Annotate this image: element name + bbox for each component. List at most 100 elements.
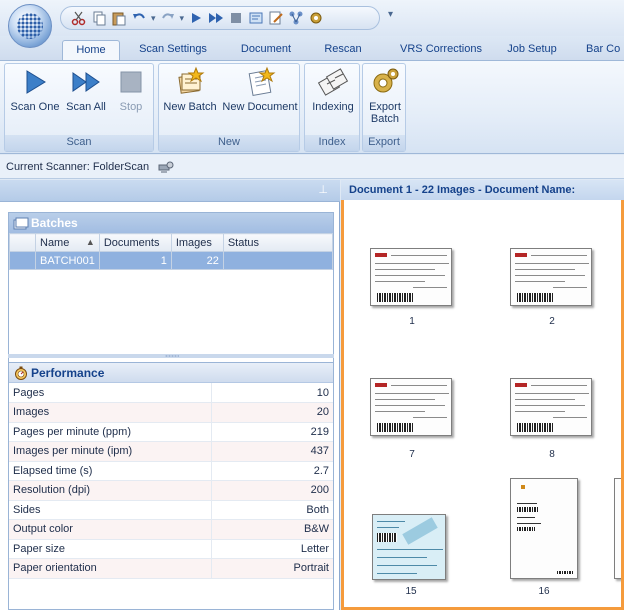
tab-scan-settings[interactable]: Scan Settings	[130, 40, 216, 60]
page-image	[510, 478, 578, 579]
panel-splitter[interactable]	[8, 354, 334, 358]
table-row: Output color B&W	[9, 519, 333, 540]
barcode-icon	[517, 293, 553, 302]
stop-button[interactable]: Stop	[111, 66, 151, 113]
table-row[interactable]: BATCH001 1 22	[9, 251, 334, 270]
export-group: Export Batch Export	[362, 63, 406, 152]
application-menu-button[interactable]	[8, 4, 52, 48]
barcode-icon	[517, 507, 539, 512]
indexing-icon	[317, 68, 349, 96]
export-batch-button[interactable]: Export Batch	[364, 66, 406, 125]
batches-table: Name ▲ Documents Images Status BATCH001 …	[9, 233, 334, 270]
stop-icon	[120, 71, 142, 93]
tab-vrs-corrections[interactable]: VRS Corrections	[388, 40, 494, 60]
logo-mark-icon	[521, 485, 525, 489]
metric-label: Elapsed time (s)	[9, 461, 212, 481]
scan-one-button[interactable]: Scan One	[9, 66, 61, 113]
barcode-icon	[517, 527, 535, 531]
logo-mark-icon	[515, 253, 527, 257]
batch-status-cell[interactable]	[222, 251, 334, 270]
batch-name-cell[interactable]: BATCH001	[35, 251, 100, 270]
settings-icon[interactable]	[248, 10, 264, 26]
pin-icon[interactable]: ⊥	[318, 183, 328, 196]
app-logo-icon	[17, 13, 43, 39]
metric-value: 2.7	[211, 461, 333, 481]
table-row: Images per minute (ipm) 437	[9, 441, 333, 462]
column-header-images[interactable]: Images	[170, 233, 224, 252]
quick-access-toolbar: ▾ ▾	[60, 6, 380, 30]
copy-icon[interactable]	[91, 10, 107, 26]
new-batch-button[interactable]: New Batch	[161, 66, 219, 113]
page-thumbnail[interactable]: 7	[370, 378, 454, 478]
logo-mark-icon	[515, 383, 527, 387]
redo-dropdown-icon[interactable]: ▾	[180, 13, 185, 24]
row-selector[interactable]	[9, 251, 36, 270]
table-row: Resolution (dpi) 200	[9, 480, 333, 501]
page-image	[614, 478, 621, 579]
index-group-label: Index	[305, 135, 359, 151]
redo-icon[interactable]	[160, 10, 176, 26]
customize-quick-access-icon[interactable]: ▾	[388, 9, 393, 20]
fast-forward-icon	[72, 72, 100, 92]
viewer-header: Document 1 - 22 Images - Document Name:	[341, 180, 624, 200]
undo-icon[interactable]	[131, 10, 147, 26]
cut-icon[interactable]	[71, 10, 87, 26]
page-thumbnail[interactable]: 16	[510, 478, 586, 607]
page-thumbnail[interactable]: 8	[510, 378, 594, 478]
thumbnail-caption: 7	[409, 449, 415, 460]
batch-documents-cell[interactable]: 1	[98, 251, 172, 270]
page-thumbnail[interactable]: 2	[510, 248, 594, 348]
play-icon	[26, 70, 46, 94]
page-thumbnail[interactable]	[614, 478, 621, 579]
fast-forward-icon[interactable]	[208, 10, 224, 26]
barcode-icon	[517, 423, 553, 432]
stop-icon[interactable]	[228, 10, 244, 26]
tab-bar-code[interactable]: Bar Co	[576, 40, 624, 60]
barcode-icon	[557, 571, 573, 574]
metric-label: Resolution (dpi)	[9, 480, 212, 501]
thumbnail-caption: 2	[549, 316, 555, 327]
metric-label: Paper size	[9, 539, 212, 559]
new-document-icon	[248, 66, 276, 96]
scan-one-label: Scan One	[10, 101, 60, 113]
thumbnail-area: 1 2 7 8 15 16	[344, 200, 621, 607]
new-document-label: New Document	[222, 101, 298, 113]
metric-value: 219	[211, 422, 333, 442]
tab-document[interactable]: Document	[230, 40, 302, 60]
export-batch-icon	[373, 68, 399, 93]
export-batch-label-line2: Batch	[370, 113, 400, 125]
column-header-documents[interactable]: Documents	[98, 233, 172, 252]
stopwatch-icon	[15, 366, 27, 380]
new-document-button[interactable]: New Document	[221, 66, 299, 113]
page-thumbnail[interactable]: 15	[368, 514, 454, 607]
column-header-name[interactable]: Name ▲	[35, 233, 100, 252]
scanner-settings-icon[interactable]	[158, 160, 174, 174]
table-row: Paper size Letter	[9, 539, 333, 559]
thumbnail-caption: 1	[409, 316, 415, 327]
export-batch-label-line1: Export	[369, 101, 401, 113]
page-thumbnail[interactable]: 1	[370, 248, 454, 348]
metric-value: 437	[211, 441, 333, 462]
page-image	[370, 378, 452, 436]
batch-images-cell[interactable]: 22	[170, 251, 224, 270]
gear-icon[interactable]	[308, 10, 324, 26]
undo-dropdown-icon[interactable]: ▾	[151, 13, 156, 24]
table-row: Elapsed time (s) 2.7	[9, 461, 333, 481]
tab-job-setup[interactable]: Job Setup	[500, 40, 564, 60]
column-header-status[interactable]: Status	[222, 233, 334, 252]
new-group-label: New	[159, 135, 299, 151]
tab-home[interactable]: Home	[62, 40, 120, 60]
indexing-button[interactable]: Indexing	[307, 66, 359, 113]
metric-value: Portrait	[211, 558, 333, 579]
paste-icon[interactable]	[111, 10, 127, 26]
ribbon: Scan One Scan All Stop Scan New Batch Ne…	[0, 60, 624, 154]
network-icon[interactable]	[288, 10, 304, 26]
edit-icon[interactable]	[268, 10, 284, 26]
new-batch-label: New Batch	[163, 101, 217, 113]
metric-label: Images per minute (ipm)	[9, 441, 212, 462]
scan-all-button[interactable]: Scan All	[63, 66, 109, 113]
play-icon[interactable]	[188, 10, 204, 26]
metric-value: 20	[211, 402, 333, 423]
table-row: Sides Both	[9, 500, 333, 520]
tab-rescan[interactable]: Rescan	[318, 40, 368, 60]
